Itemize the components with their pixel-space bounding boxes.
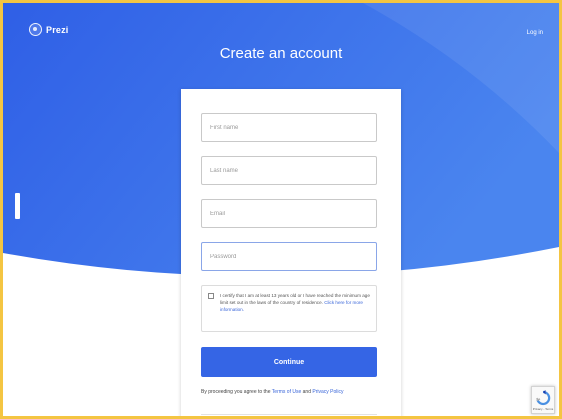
browser-viewport: Prezi Log in Create an account I certify… — [0, 0, 562, 419]
privacy-policy-link[interactable]: Privacy Policy — [312, 389, 343, 395]
email-field[interactable] — [201, 199, 377, 228]
page-title: Create an account — [219, 45, 343, 62]
side-tab-handle[interactable] — [15, 193, 20, 219]
terms-notice: By proceeding you agree to the Terms of … — [201, 389, 391, 395]
first-name-field[interactable] — [201, 113, 377, 142]
prezi-logo-icon — [29, 23, 42, 36]
prezi-logo[interactable]: Prezi — [29, 23, 69, 36]
password-field[interactable] — [201, 242, 377, 271]
recaptcha-badge[interactable]: Privacy - Terms — [531, 386, 555, 414]
logo-text: Prezi — [46, 24, 69, 35]
recaptcha-icon — [536, 390, 551, 406]
signup-card: I certify that I am at least 13 years ol… — [181, 89, 401, 416]
terms-of-use-link[interactable]: Terms of Use — [272, 389, 301, 395]
terms-mid: and — [301, 389, 313, 395]
login-link[interactable]: Log in — [527, 30, 543, 36]
recaptcha-label: Privacy - Terms — [532, 407, 554, 411]
continue-button[interactable]: Continue — [201, 347, 377, 377]
terms-prefix: By proceeding you agree to the — [201, 389, 272, 395]
card-divider — [201, 414, 377, 415]
age-consent-checkbox[interactable] — [208, 293, 214, 299]
age-consent-box: I certify that I am at least 13 years ol… — [201, 285, 377, 332]
last-name-field[interactable] — [201, 156, 377, 185]
